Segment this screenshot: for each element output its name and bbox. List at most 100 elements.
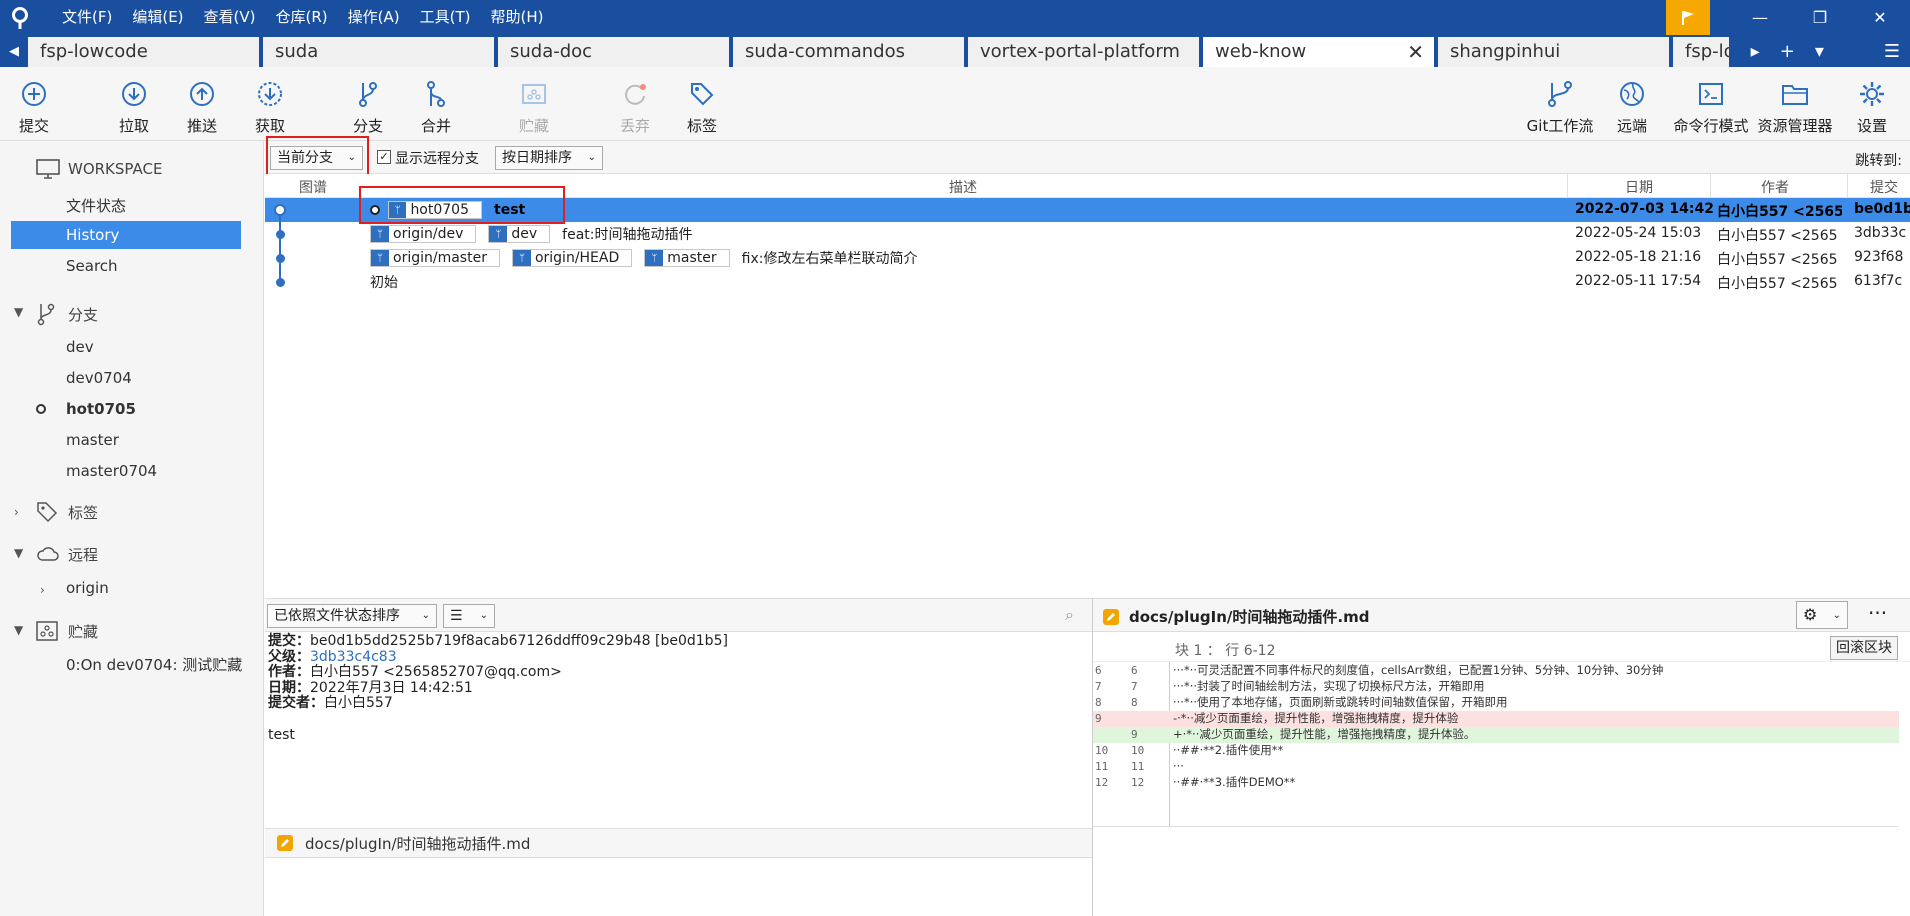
- tab-shangpinhui[interactable]: shangpinhui: [1438, 37, 1673, 67]
- commit-description: ᛘ origin/master ᛘ origin/HEAD ᛘ master fix:…: [370, 246, 917, 270]
- diff-line-text: ···*··可灵活配置不同事件标尺的刻度值，cellsArr数组，已配置1分钟、…: [1173, 663, 1664, 677]
- tab-suda[interactable]: suda: [263, 37, 498, 67]
- push-button[interactable]: 推送: [168, 67, 236, 141]
- file-sort-value: 已依照文件状态排序: [274, 608, 400, 624]
- tab-label: suda-commandos: [745, 41, 905, 62]
- pull-button[interactable]: 拉取: [100, 67, 168, 141]
- tags-header[interactable]: 标签: [36, 500, 98, 524]
- collapse-caret-icon[interactable]: ▼: [14, 305, 23, 319]
- commit-row[interactable]: ᛘ origin/dev ᛘ dev feat:时间轴拖动插件 2022-05-24…: [265, 222, 1910, 246]
- menu-edit[interactable]: 编辑(E): [122, 0, 193, 35]
- show-remote-checkbox[interactable]: ✓: [377, 150, 391, 164]
- parent-link[interactable]: 3db33c4c83: [310, 649, 397, 665]
- tag-button[interactable]: 标签: [668, 67, 736, 141]
- fetch-button[interactable]: 获取: [236, 67, 304, 141]
- menu-help[interactable]: 帮助(H): [480, 0, 553, 35]
- more-options-icon[interactable]: ···: [1868, 601, 1887, 625]
- explorer-button[interactable]: 资源管理器: [1758, 67, 1833, 141]
- column-date[interactable]: 日期: [1625, 177, 1653, 197]
- sort-order-select[interactable]: 按日期排序 ⌄: [495, 146, 603, 170]
- stash-button[interactable]: 贮藏: [500, 67, 568, 141]
- diff-options-button[interactable]: ⚙ ⌄: [1796, 601, 1848, 629]
- branch-ref-badge[interactable]: ᛘ master: [644, 249, 730, 267]
- branch-icon: ᛘ: [371, 226, 389, 242]
- column-divider[interactable]: [1710, 174, 1711, 198]
- commit-row[interactable]: 初始 2022-05-11 17:54 白小白557 <2565 613f7c: [265, 270, 1910, 294]
- tab-label: fsp-lowcode: [40, 41, 148, 62]
- menu-view[interactable]: 查看(V): [194, 0, 266, 35]
- diff-file-path: docs/plugIn/时间轴拖动插件.md: [1129, 608, 1370, 626]
- author-key: 作者：: [268, 664, 310, 680]
- sidebar-branch-master0704[interactable]: master0704: [66, 462, 157, 480]
- revert-hunk-button[interactable]: 回滚区块: [1830, 636, 1898, 660]
- sidebar-stash-item[interactable]: 0:On dev0704: 测试贮藏: [66, 654, 242, 675]
- tab-vortex-portal-platform[interactable]: vortex-portal-platform: [968, 37, 1203, 67]
- new-line-number: 10: [1131, 744, 1145, 757]
- changed-file-row[interactable]: docs/plugIn/时间轴拖动插件.md: [265, 828, 1092, 858]
- branch-ref-badge[interactable]: ᛘ origin/master: [370, 249, 500, 267]
- tab-web-know[interactable]: web-know ✕: [1203, 37, 1438, 67]
- merge-button[interactable]: 合并: [402, 67, 470, 141]
- commit-button[interactable]: 提交: [0, 67, 68, 141]
- sidebar-branch-dev0704[interactable]: dev0704: [66, 369, 132, 387]
- flag-icon[interactable]: [1666, 0, 1710, 35]
- terminal-button[interactable]: 命令行模式: [1674, 67, 1749, 141]
- branch-ref-badge[interactable]: ᛘ origin/HEAD: [511, 249, 633, 267]
- tab-list-icon[interactable]: ▾: [1805, 41, 1834, 62]
- discard-button[interactable]: 丢弃: [601, 67, 669, 141]
- expand-caret-icon[interactable]: ›: [14, 505, 19, 519]
- branch-icon: ᛘ: [645, 250, 664, 266]
- menu-repository[interactable]: 仓库(R): [266, 0, 338, 35]
- menu-actions[interactable]: 操作(A): [338, 0, 410, 35]
- column-divider[interactable]: [1847, 174, 1848, 198]
- view-mode-select[interactable]: ☰ ⌄: [443, 604, 495, 628]
- search-icon[interactable]: ⌕: [1065, 605, 1074, 625]
- branch-ref-badge[interactable]: ᛘ dev: [488, 225, 551, 243]
- tab-suda-doc[interactable]: suda-doc: [498, 37, 733, 67]
- remote-button[interactable]: 远端: [1598, 67, 1666, 141]
- column-graph[interactable]: 图谱: [299, 177, 327, 197]
- tab-fsp-lowcode[interactable]: fsp-lowcode: [28, 37, 263, 67]
- diff-toolbar: docs/plugIn/时间轴拖动插件.md ⚙ ⌄ ···: [1093, 598, 1910, 632]
- sidebar-branch-dev[interactable]: dev: [66, 338, 94, 356]
- branch-button[interactable]: 分支: [334, 67, 402, 141]
- sidebar-item-search[interactable]: Search: [66, 257, 118, 275]
- restore-icon[interactable]: ❐: [1790, 0, 1850, 35]
- settings-button[interactable]: 设置: [1838, 67, 1906, 141]
- stashes-header[interactable]: 贮藏: [36, 619, 98, 643]
- sidebar-item-file-status[interactable]: 文件状态: [66, 195, 126, 216]
- commit-row[interactable]: ᛘ origin/master ᛘ origin/HEAD ᛘ master fix:…: [265, 246, 1910, 270]
- stash-label: 贮藏: [518, 117, 549, 135]
- tab-label: web-know: [1215, 41, 1307, 62]
- tab-close-icon[interactable]: ✕: [1407, 37, 1424, 67]
- collapse-caret-icon[interactable]: ▼: [14, 546, 23, 560]
- hamburger-menu-icon[interactable]: ☰: [1874, 41, 1910, 62]
- branches-header[interactable]: 分支: [36, 302, 98, 326]
- close-window-icon[interactable]: ✕: [1850, 0, 1910, 35]
- minimize-icon[interactable]: —: [1730, 0, 1790, 35]
- tab-scroll-right-icon[interactable]: ▸: [1741, 41, 1770, 62]
- sidebar-branch-hot0705[interactable]: hot0705: [66, 400, 136, 418]
- expand-caret-icon[interactable]: ›: [40, 583, 45, 597]
- collapse-caret-icon[interactable]: ▼: [14, 623, 23, 637]
- gitflow-button[interactable]: Git工作流: [1525, 67, 1595, 141]
- fetch-label: 获取: [254, 117, 285, 135]
- column-description[interactable]: 描述: [949, 177, 977, 197]
- column-author[interactable]: 作者: [1761, 177, 1789, 197]
- branch-ref-badge[interactable]: ᛘ origin/dev: [370, 225, 477, 243]
- sidebar-branch-master[interactable]: master: [66, 431, 119, 449]
- tab-suda-commandos[interactable]: suda-commandos: [733, 37, 968, 67]
- highlight-box-head-commit: [359, 186, 565, 224]
- remotes-header[interactable]: 远程: [36, 542, 98, 566]
- column-commit[interactable]: 提交: [1870, 177, 1898, 197]
- sidebar-remote-origin[interactable]: origin: [66, 579, 109, 597]
- tab-fsp-lo[interactable]: fsp-lo: [1673, 37, 1733, 67]
- file-sort-select[interactable]: 已依照文件状态排序 ⌄: [267, 604, 437, 628]
- sidebar-item-history[interactable]: History: [11, 221, 241, 249]
- column-divider[interactable]: [1567, 174, 1568, 198]
- new-tab-icon[interactable]: +: [1770, 41, 1805, 62]
- menu-file[interactable]: 文件(F): [52, 0, 122, 35]
- menu-tools[interactable]: 工具(T): [410, 0, 481, 35]
- branch-icon: ᛘ: [512, 250, 531, 266]
- tab-scroll-left-icon[interactable]: ◀: [0, 35, 28, 67]
